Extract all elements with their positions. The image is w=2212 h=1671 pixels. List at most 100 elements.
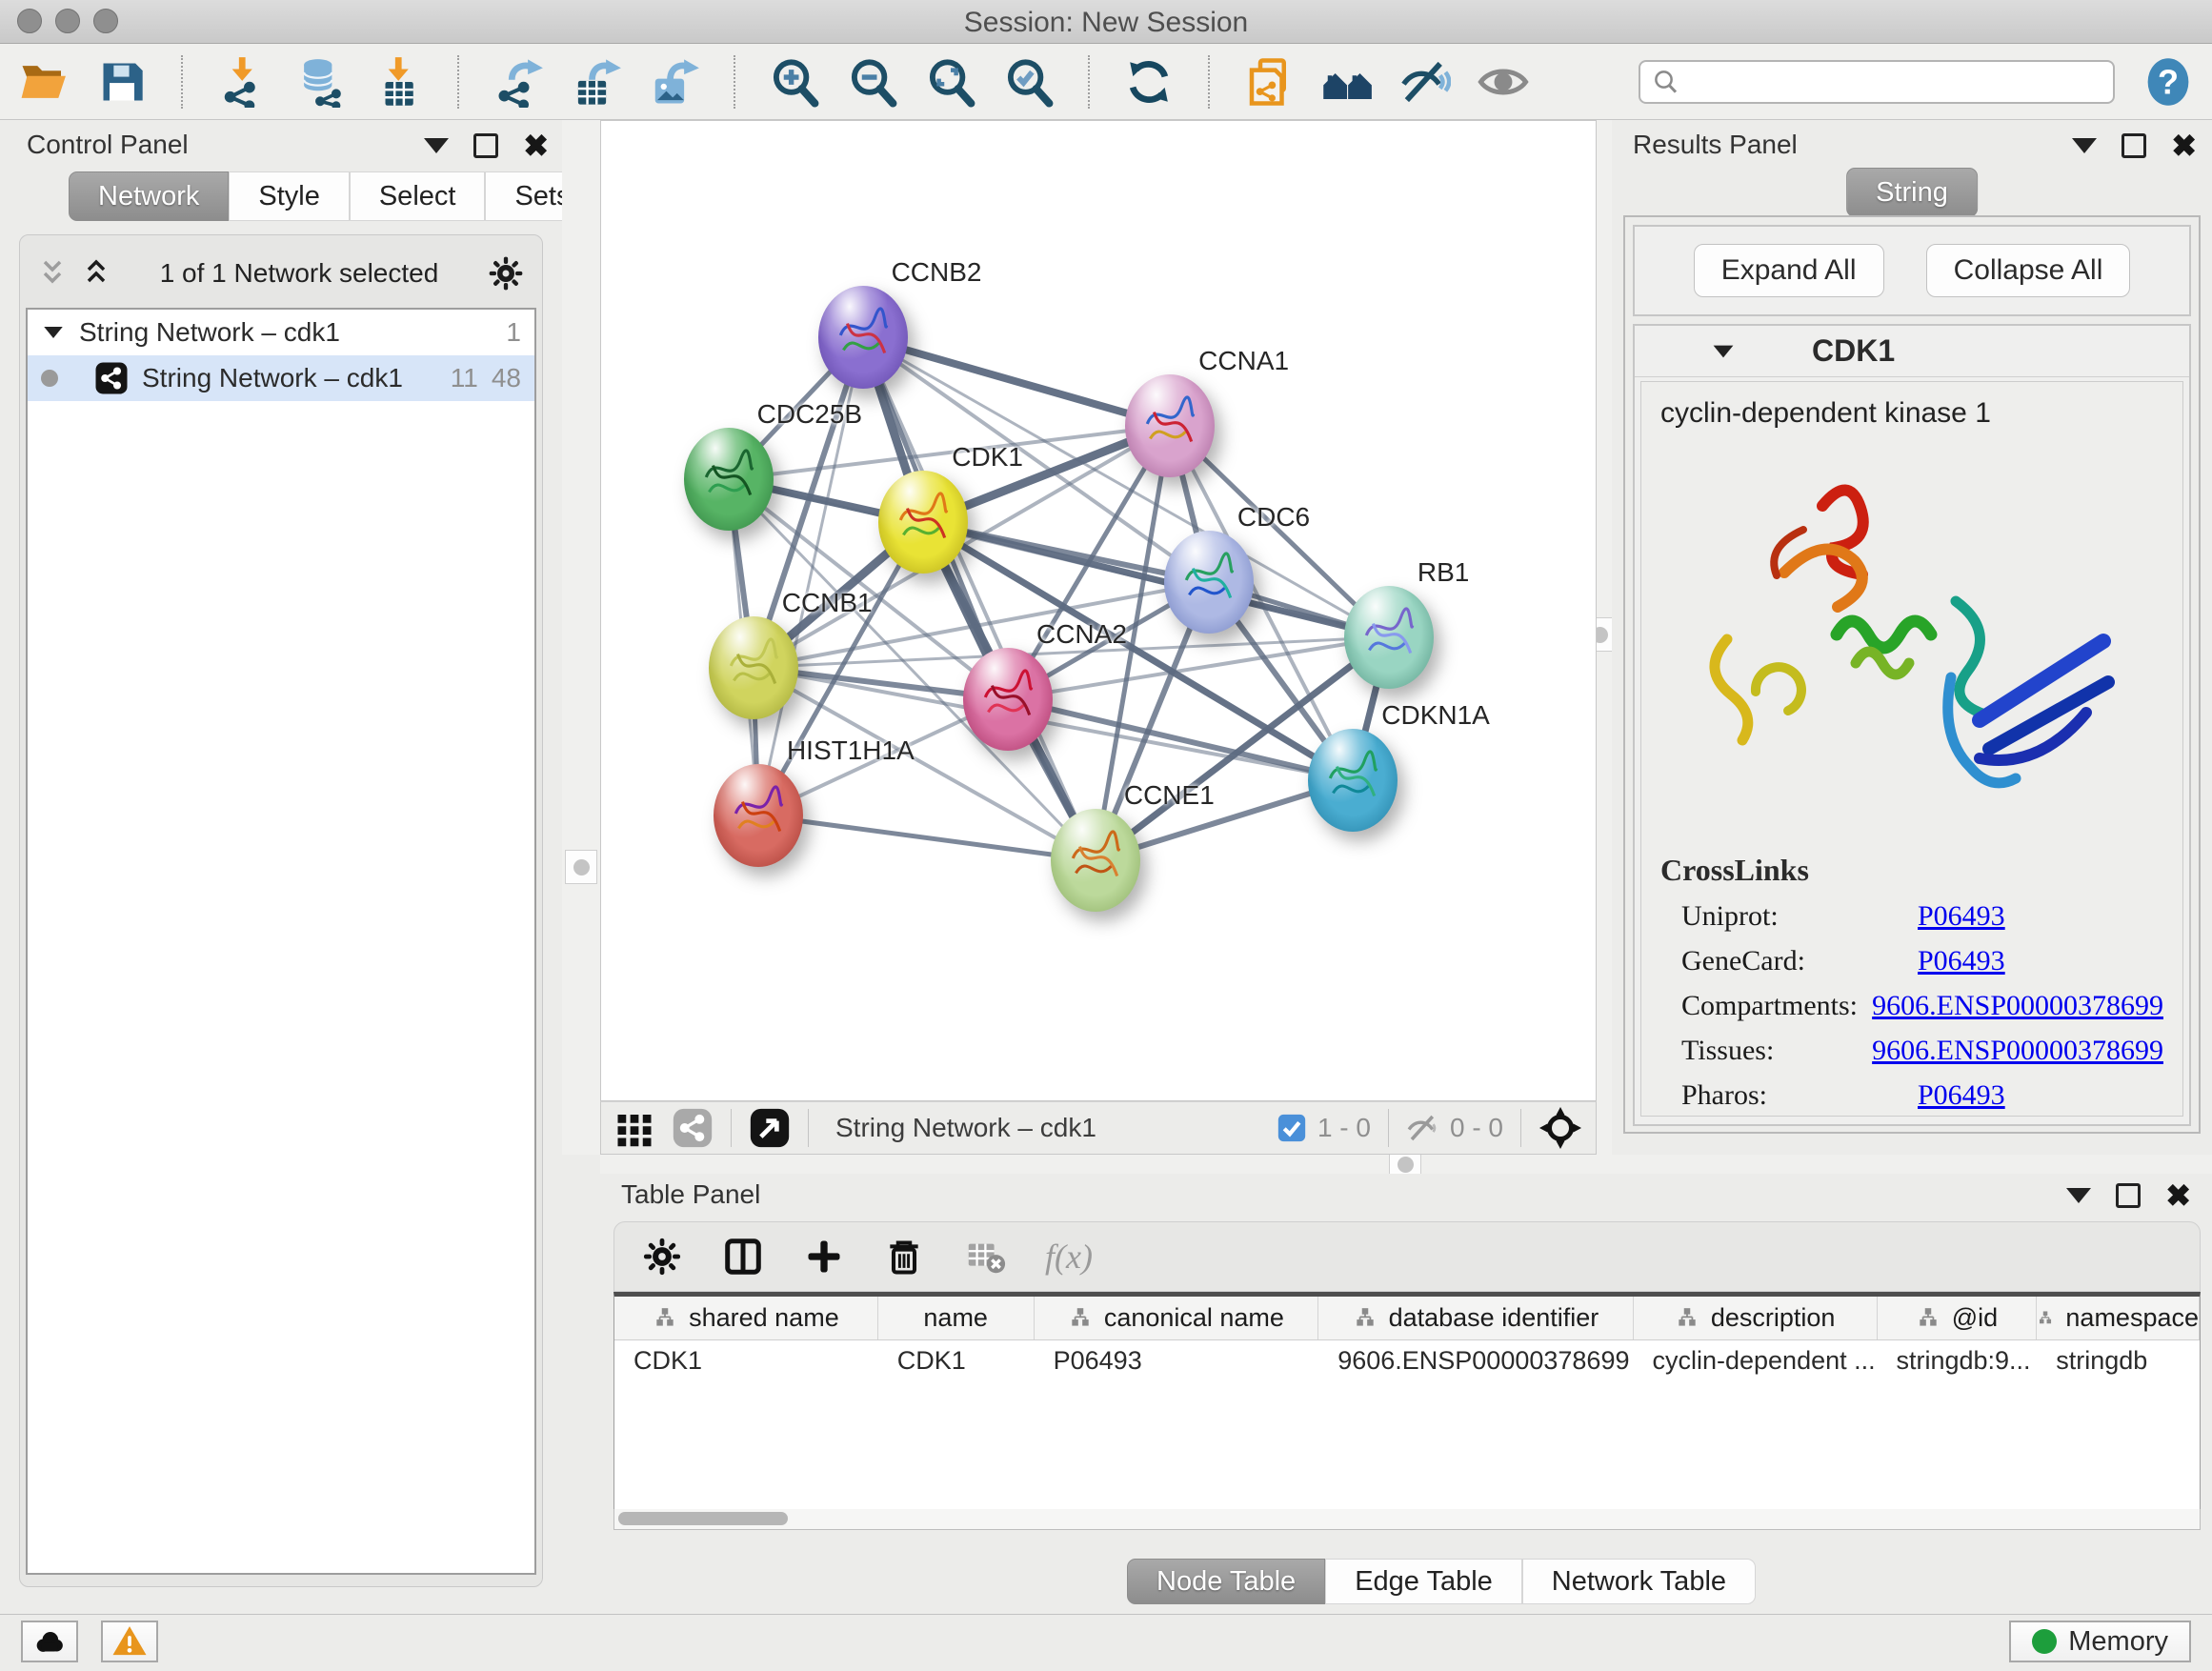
- add-column-icon[interactable]: [803, 1236, 845, 1278]
- refresh-icon[interactable]: [1122, 55, 1176, 109]
- crosslink-link[interactable]: 9606.ENSP00000378699: [1872, 990, 2163, 1022]
- tab-node-table[interactable]: Node Table: [1127, 1559, 1325, 1604]
- table-panel-float-icon[interactable]: [2116, 1183, 2141, 1208]
- table-gear-icon[interactable]: [641, 1236, 683, 1278]
- table-cell[interactable]: 9606.ENSP00000378699: [1318, 1340, 1633, 1384]
- crosslink-label: Tissues:: [1681, 1035, 1872, 1067]
- column-header-name[interactable]: name: [878, 1297, 1035, 1339]
- control-panel-float-icon[interactable]: [473, 133, 498, 158]
- cloud-button[interactable]: [21, 1621, 78, 1662]
- node-HIST1H1A[interactable]: [714, 764, 803, 867]
- show-eye-icon[interactable]: [1477, 55, 1530, 109]
- network-row[interactable]: String Network – cdk1 11 48: [28, 355, 534, 401]
- show-columns-icon[interactable]: [721, 1235, 765, 1278]
- column-header-databaseidentifier[interactable]: database identifier: [1318, 1297, 1633, 1339]
- table-cell[interactable]: stringdb: [2037, 1340, 2200, 1384]
- import-table-icon[interactable]: [372, 55, 425, 109]
- table-cell[interactable]: P06493: [1035, 1340, 1319, 1384]
- table-cell[interactable]: CDK1: [614, 1340, 878, 1384]
- tree-expand-icon[interactable]: [44, 327, 63, 338]
- import-database-icon[interactable]: [293, 55, 347, 109]
- zoom-selected-icon[interactable]: [1002, 55, 1056, 109]
- control-panel-collapse-icon[interactable]: [424, 138, 449, 153]
- node-CDKN1A[interactable]: [1308, 729, 1398, 832]
- checkbox-icon[interactable]: [1276, 1112, 1308, 1144]
- open-folder-icon[interactable]: [17, 55, 70, 109]
- collapse-all-icon[interactable]: [37, 258, 68, 289]
- export-network-icon[interactable]: [492, 55, 545, 109]
- network-canvas[interactable]: CCNB2CCNA1CDC25BCDK1CDC6RB1CCNB1CCNA2CDK…: [600, 120, 1597, 1101]
- column-header-description[interactable]: description: [1634, 1297, 1878, 1339]
- edge-HIST1H1A-CCNE1[interactable]: [758, 815, 1096, 860]
- crosslink-link[interactable]: P06493: [1918, 945, 2005, 977]
- zoom-out-icon[interactable]: [846, 55, 899, 109]
- node-label-CCNE1: CCNE1: [1124, 780, 1215, 811]
- tab-style[interactable]: Style: [229, 171, 349, 221]
- node-CCNE1[interactable]: [1051, 809, 1140, 912]
- collapse-all-button[interactable]: Collapse All: [1926, 244, 2131, 297]
- expand-all-icon[interactable]: [81, 258, 111, 289]
- search-input[interactable]: [1639, 60, 2115, 104]
- duplicate-network-icon[interactable]: [1242, 55, 1296, 109]
- results-panel-close-icon[interactable]: ✖: [2171, 133, 2197, 158]
- crosslink-link[interactable]: 9606.ENSP00000378699: [1872, 1035, 2163, 1067]
- edge-CDK1-RB1[interactable]: [923, 522, 1389, 636]
- expand-all-button[interactable]: Expand All: [1694, 244, 1884, 297]
- column-header-canonicalname[interactable]: canonical name: [1035, 1297, 1319, 1339]
- zoom-fit-icon[interactable]: [924, 55, 977, 109]
- tab-network-table[interactable]: Network Table: [1522, 1559, 1756, 1604]
- network-collection-row[interactable]: String Network – cdk1 1: [28, 310, 534, 355]
- crosslink-link[interactable]: P06493: [1918, 900, 2005, 933]
- column-header-id[interactable]: @id: [1878, 1297, 2038, 1339]
- search-field[interactable]: [1690, 67, 2100, 96]
- help-icon[interactable]: ?: [2142, 55, 2195, 109]
- node-CCNB2[interactable]: [818, 286, 908, 389]
- table-hscrollbar-thumb[interactable]: [618, 1512, 788, 1525]
- fit-selected-target-icon[interactable]: [1538, 1106, 1582, 1150]
- table-hscrollbar[interactable]: [613, 1509, 2201, 1530]
- home-icon[interactable]: [1320, 55, 1374, 109]
- node-table[interactable]: shared namenamecanonical namedatabase id…: [613, 1292, 2201, 1530]
- node-CCNA2[interactable]: [963, 648, 1053, 751]
- export-image-icon[interactable]: [648, 55, 701, 109]
- gear-icon[interactable]: [487, 254, 525, 292]
- node-CDC25B[interactable]: [684, 428, 774, 531]
- control-panel-close-icon[interactable]: ✖: [523, 133, 549, 158]
- table-row[interactable]: CDK1CDK1P064939606.ENSP00000378699cyclin…: [614, 1340, 2200, 1384]
- hide-unhide-eye-icon[interactable]: [1398, 55, 1452, 109]
- delete-column-icon[interactable]: [883, 1236, 925, 1278]
- left-splitter[interactable]: [562, 120, 600, 1155]
- tab-string[interactable]: String: [1846, 168, 1978, 217]
- tab-network[interactable]: Network: [69, 171, 229, 221]
- left-splitter-grip[interactable]: [565, 850, 597, 884]
- table-cell[interactable]: stringdb:9...: [1877, 1340, 2037, 1384]
- string-view-icon[interactable]: [672, 1107, 714, 1149]
- node-RB1[interactable]: [1344, 586, 1434, 689]
- table-cell[interactable]: cyclin-dependent ...: [1633, 1340, 1877, 1384]
- edge-CCNB2-CCNE1[interactable]: [863, 337, 1096, 860]
- grid-view-icon[interactable]: [614, 1108, 654, 1148]
- table-panel-collapse-icon[interactable]: [2066, 1188, 2091, 1203]
- crosslink-link[interactable]: P06493: [1918, 1079, 2005, 1112]
- section-collapse-icon[interactable]: [1714, 345, 1734, 357]
- node-CDC6[interactable]: [1164, 531, 1254, 634]
- warning-button[interactable]: [101, 1621, 158, 1662]
- results-panel-float-icon[interactable]: [2122, 133, 2146, 158]
- results-panel-collapse-icon[interactable]: [2072, 138, 2097, 153]
- table-cell[interactable]: CDK1: [878, 1340, 1035, 1384]
- memory-button[interactable]: Memory: [2009, 1621, 2191, 1662]
- column-header-sharedname[interactable]: shared name: [614, 1297, 878, 1339]
- edge-CCNB2-CCNA1[interactable]: [863, 337, 1171, 426]
- node-CCNB1[interactable]: [709, 616, 798, 719]
- tab-edge-table[interactable]: Edge Table: [1325, 1559, 1522, 1604]
- node-CDK1[interactable]: [878, 471, 968, 574]
- save-icon[interactable]: [95, 55, 149, 109]
- column-header-namespace[interactable]: namespace: [2037, 1297, 2200, 1339]
- import-network-icon[interactable]: [215, 55, 269, 109]
- tab-select[interactable]: Select: [350, 171, 486, 221]
- export-table-icon[interactable]: [570, 55, 623, 109]
- zoom-in-icon[interactable]: [768, 55, 821, 109]
- node-CCNA1[interactable]: [1125, 374, 1215, 477]
- table-panel-close-icon[interactable]: ✖: [2165, 1183, 2191, 1208]
- birds-eye-view-icon[interactable]: [749, 1107, 791, 1149]
